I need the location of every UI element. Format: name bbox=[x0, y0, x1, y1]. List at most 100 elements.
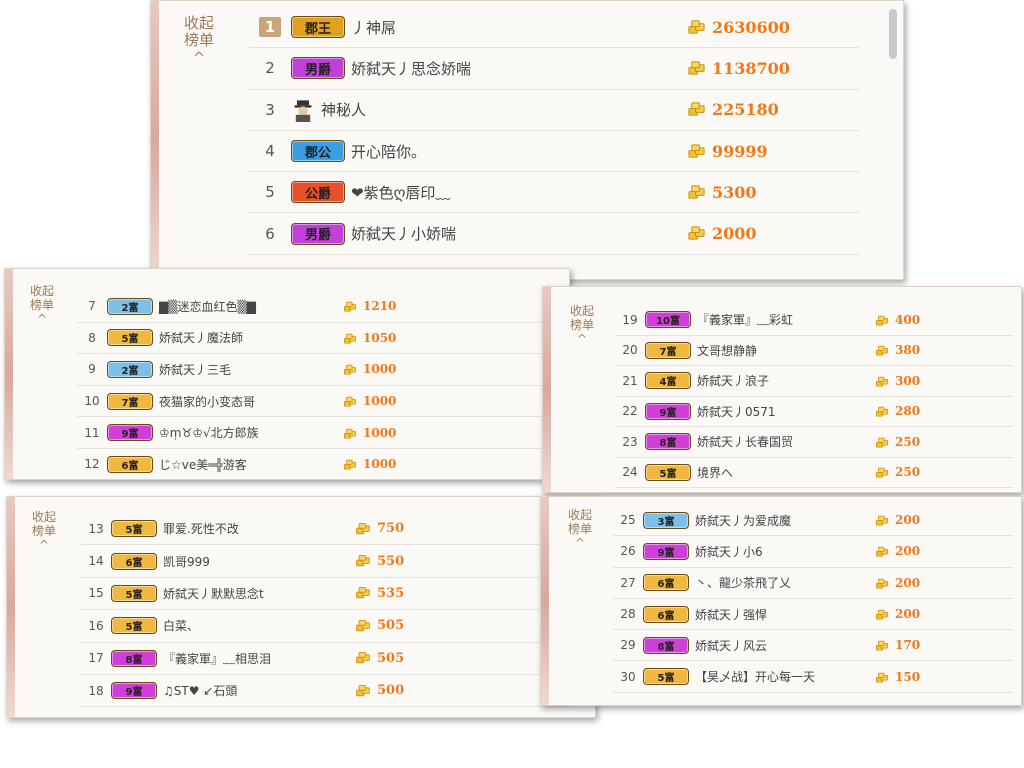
player-name[interactable]: 『義家軍』﹏彩虹 bbox=[697, 311, 867, 328]
player-name[interactable]: 境界へ bbox=[697, 464, 867, 481]
player-name[interactable]: 『義家軍』﹏相思泪 bbox=[163, 650, 343, 667]
leaderboard-row[interactable]: 4 郡公 开心陪你。 99999 bbox=[249, 131, 859, 173]
leaderboard-row[interactable]: 26 9富 娇弑天丿小6 200 bbox=[613, 536, 1013, 568]
gold-ingot-icon bbox=[355, 683, 371, 699]
rank-badge: 7富 bbox=[107, 392, 153, 410]
leaderboard-row[interactable]: 7 2富 ▇▒迷恋血红色▒▇ 1210 bbox=[77, 291, 547, 323]
leaderboard-row[interactable]: 5 公爵 ❤紫色ღ唇印﹏ 5300 bbox=[249, 172, 859, 214]
leaderboard-row[interactable]: 14 6富 凯哥999 550 bbox=[81, 545, 573, 578]
rank-number: 11 bbox=[84, 425, 100, 440]
leaderboard-row[interactable]: 17 8富 『義家軍』﹏相思泪 505 bbox=[81, 643, 573, 675]
leaderboard-row[interactable]: 25 3富 娇弑天丿为爱成魔 200 bbox=[613, 505, 1013, 537]
rank-number: 4 bbox=[265, 142, 275, 161]
rank-number: 26 bbox=[620, 544, 636, 559]
leaderboard-row[interactable]: 16 5富 白菜、 505 bbox=[81, 610, 573, 643]
leaderboard-row[interactable]: 1 郡王 丿神屌 2630600 bbox=[249, 7, 859, 49]
gold-ingot-icon bbox=[343, 457, 357, 471]
player-name[interactable]: 娇弑天丿默默思念t bbox=[163, 585, 343, 602]
player-name[interactable]: 白菜、 bbox=[163, 617, 343, 634]
leaderboard-row[interactable]: 23 8富 娇弑天丿长春国贸 250 bbox=[615, 427, 1013, 458]
rank-number: 20 bbox=[622, 343, 638, 358]
gold-ingot-icon bbox=[875, 313, 889, 327]
player-name[interactable]: ❤紫色ღ唇印﹏ bbox=[351, 182, 581, 203]
player-name[interactable]: ♔ṃ♉♔√北方郎族 bbox=[159, 424, 334, 441]
leaderboard-row[interactable]: 10 7富 夜猫家的小变态哥 1000 bbox=[77, 386, 547, 418]
player-name[interactable]: 娇弑天丿长春国贸 bbox=[697, 433, 867, 450]
player-name[interactable]: 娇弑天丿浪子 bbox=[697, 372, 867, 389]
player-name[interactable]: 娇弑天丿风云 bbox=[695, 637, 865, 654]
collapse-board-toggle[interactable]: 收起 榜单 ^ bbox=[169, 14, 229, 67]
leaderboard-row[interactable]: 12 6富 じ☆ve美═╬游客 1000 bbox=[77, 449, 547, 479]
collapse-board-toggle[interactable]: 收起 榜单 ^ bbox=[555, 508, 605, 550]
rank-badge: 8富 bbox=[645, 433, 691, 451]
player-name[interactable]: 开心陪你。 bbox=[351, 141, 581, 162]
collapse-board-toggle[interactable]: 收起 榜单 ^ bbox=[17, 284, 67, 326]
contribution-score: 250 bbox=[895, 465, 921, 480]
player-name[interactable]: 娇弑天丿思念娇喘 bbox=[351, 58, 581, 79]
contribution-score: 505 bbox=[377, 618, 405, 634]
contribution-score: 500 bbox=[377, 683, 405, 699]
leaderboard-row[interactable]: 3 神秘人 225180 bbox=[249, 90, 859, 131]
player-name[interactable]: ▇▒迷恋血红色▒▇ bbox=[159, 298, 334, 315]
rank-badge: 5富 bbox=[643, 668, 689, 686]
player-name[interactable]: 夜猫家的小变态哥 bbox=[159, 393, 334, 410]
scrollbar[interactable] bbox=[889, 9, 897, 59]
contribution-score: 1138700 bbox=[712, 58, 790, 78]
leaderboard-row[interactable]: 15 5富 娇弑天丿默默思念t 535 bbox=[81, 578, 573, 611]
gold-ingot-icon bbox=[687, 224, 706, 243]
contribution-score: 200 bbox=[895, 575, 921, 590]
leaderboard-row[interactable]: 24 5富 境界へ 250 bbox=[615, 458, 1013, 488]
contribution-score: 99999 bbox=[712, 141, 768, 161]
rank-badge: 5富 bbox=[645, 463, 691, 481]
player-name[interactable]: 【昊乄战】开心每一天 bbox=[695, 668, 865, 685]
contribution-score: 400 bbox=[895, 312, 921, 327]
leaderboard-row[interactable]: 8 5富 娇弑天丿魔法師 1050 bbox=[77, 323, 547, 355]
gold-ingot-icon bbox=[343, 426, 357, 440]
leaderboard-row[interactable]: 28 6富 娇弑天丿强悍 200 bbox=[613, 599, 1013, 631]
collapse-board-toggle[interactable]: 收起 榜单 ^ bbox=[19, 510, 69, 552]
player-name[interactable]: 凯哥999 bbox=[163, 553, 343, 570]
collapse-board-toggle[interactable]: 收起 榜单 ^ bbox=[557, 304, 607, 346]
rank-number: 5 bbox=[265, 183, 275, 202]
leaderboard-row[interactable]: 29 8富 娇弑天丿风云 170 bbox=[613, 630, 1013, 662]
leaderboard-row[interactable]: 27 6富 丶、龍少茶飛了乂 200 bbox=[613, 568, 1013, 599]
player-name[interactable]: ♫ST♥ ↙石頭 bbox=[163, 682, 343, 699]
rank-number: 1 bbox=[249, 17, 291, 38]
player-name[interactable]: 娇弑天丿魔法師 bbox=[159, 329, 334, 346]
player-name[interactable]: 罪爱.死性不改 bbox=[163, 520, 343, 537]
leaderboard-row[interactable]: 9 2富 娇弑天丿三毛 1000 bbox=[77, 354, 547, 386]
player-name[interactable]: じ☆ve美═╬游客 bbox=[159, 456, 334, 473]
player-name[interactable]: 娇弑天丿小娇喘 bbox=[351, 223, 581, 244]
player-name[interactable]: 娇弑天丿小6 bbox=[695, 543, 865, 560]
gold-ingot-icon bbox=[875, 638, 889, 652]
player-name[interactable]: 丿神屌 bbox=[351, 17, 581, 38]
leaderboard-row[interactable]: 18 9富 ♫ST♥ ↙石頭 500 bbox=[81, 675, 573, 708]
player-name[interactable]: 娇弑天丿0571 bbox=[697, 403, 867, 420]
contribution-score: 280 bbox=[895, 404, 921, 419]
player-name[interactable]: 丶、龍少茶飛了乂 bbox=[695, 574, 865, 591]
leaderboard-row[interactable]: 22 9富 娇弑天丿0571 280 bbox=[615, 397, 1013, 427]
leaderboard-row[interactable]: 30 5富 【昊乄战】开心每一天 150 bbox=[613, 662, 1013, 693]
player-name[interactable]: 娇弑天丿为爱成魔 bbox=[695, 512, 865, 529]
gold-ingot-icon bbox=[875, 607, 889, 621]
leaderboard-row[interactable]: 21 4富 娇弑天丿浪子 300 bbox=[615, 366, 1013, 397]
contribution-score: 535 bbox=[377, 585, 405, 601]
gold-ingot-icon bbox=[875, 404, 889, 418]
leaderboard-row[interactable]: 20 7富 文哥想静静 380 bbox=[615, 336, 1013, 366]
leaderboard-row[interactable]: 13 5富 罪爱.死性不改 750 bbox=[81, 513, 573, 546]
gold-ingot-icon bbox=[343, 331, 357, 345]
leaderboard-row[interactable]: 2 男爵 娇弑天丿思念娇喘 1138700 bbox=[249, 48, 859, 90]
board-label: 榜单 bbox=[29, 297, 54, 312]
rank-number: 17 bbox=[88, 651, 104, 666]
leaderboard-panel-top: 收起 榜单 ^ 1 郡王 丿神屌 2630600 2 男爵 娇弑天丿思念娇喘 1138700 3 神秘人… bbox=[150, 0, 904, 280]
leaderboard-row[interactable]: 6 男爵 娇弑天丿小娇喘 2000 bbox=[249, 214, 859, 255]
rank-number: 2 bbox=[265, 59, 275, 78]
leaderboard-row[interactable]: 19 10富 『義家軍』﹏彩虹 400 bbox=[615, 305, 1013, 336]
leaderboard-row[interactable]: 11 9富 ♔ṃ♉♔√北方郎族 1000 bbox=[77, 417, 547, 449]
player-name[interactable]: 娇弑天丿强悍 bbox=[695, 606, 865, 623]
player-name[interactable]: 神秘人 bbox=[321, 99, 551, 120]
contribution-score: 750 bbox=[377, 521, 405, 537]
player-name[interactable]: 娇弑天丿三毛 bbox=[159, 361, 334, 378]
rank-badge: 4富 bbox=[645, 372, 691, 390]
player-name[interactable]: 文哥想静静 bbox=[697, 342, 867, 359]
